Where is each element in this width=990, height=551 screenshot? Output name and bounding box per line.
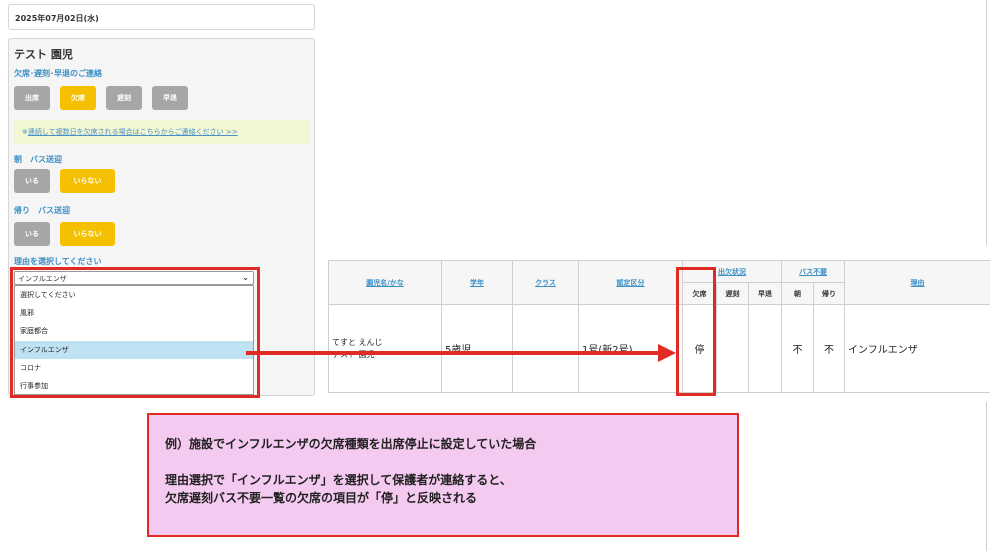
- bus-morning-yes-button[interactable]: いる: [14, 169, 50, 193]
- child-name: テスト 園児: [14, 48, 73, 61]
- absent-column-highlight: [676, 267, 716, 396]
- annotation-arrow: [246, 351, 660, 355]
- col-header-reason[interactable]: 理由: [844, 260, 990, 305]
- reason-highlight-frame: [10, 267, 260, 398]
- child-kana: てすと えんじ: [332, 337, 383, 347]
- bus-morning-label: 朝 バス送迎: [14, 155, 62, 164]
- absent-button[interactable]: 欠席: [60, 86, 96, 110]
- cell-early: [747, 304, 783, 393]
- cell-reason: インフルエンザ: [844, 304, 990, 393]
- col-header-bus[interactable]: バス不要: [781, 260, 846, 283]
- cell-late: [716, 304, 749, 393]
- col-header-category[interactable]: 認定区分: [578, 260, 683, 305]
- subheader-late: 遅刻: [716, 282, 749, 305]
- bus-return-label: 帰り バス送迎: [14, 206, 70, 215]
- bus-return-yes-button[interactable]: いる: [14, 222, 50, 246]
- col-header-grade[interactable]: 学年: [441, 260, 513, 305]
- explanation-callout: 例）施設でインフルエンザの欠席種類を出席停止に設定していた場合 理由選択で「イン…: [147, 413, 739, 537]
- reason-label: 理由を選択してください: [14, 257, 102, 266]
- attendance-section-label: 欠席･遅刻･早退のご連絡: [14, 69, 102, 78]
- multi-day-notice: ※連続して複数日を欠席される場合はこちらからご連絡ください >>: [14, 120, 309, 144]
- bus-morning-no-button[interactable]: いらない: [60, 169, 115, 193]
- cell-bus-return: 不: [813, 304, 846, 393]
- arrow-head-icon: [658, 344, 676, 362]
- col-header-class[interactable]: クラス: [512, 260, 579, 305]
- subheader-morning: 朝: [781, 282, 815, 305]
- bus-return-no-button[interactable]: いらない: [60, 222, 115, 246]
- cell-child-name: てすと えんじ テスト 園児: [328, 304, 442, 393]
- divider-line: [986, 0, 987, 245]
- callout-line-3: 欠席遅刻バス不要一覧の欠席の項目が「停」と反映される: [165, 491, 478, 505]
- absence-list-table: 園児名/かな 学年 クラス 認定区分 出欠状況 バス不要 理由 欠席 遅刻 早退…: [328, 260, 990, 393]
- cell-grade: 5歳児: [441, 304, 513, 393]
- early-leave-button[interactable]: 早退: [152, 86, 188, 110]
- subheader-return: 帰り: [813, 282, 846, 305]
- attend-button[interactable]: 出席: [14, 86, 50, 110]
- multi-day-absence-link[interactable]: 連続して複数日を欠席される場合はこちらからご連絡ください >>: [28, 128, 238, 136]
- subheader-early: 早退: [747, 282, 783, 305]
- cell-class: [512, 304, 579, 393]
- col-header-name[interactable]: 園児名/かな: [328, 260, 442, 305]
- cell-bus-morning: 不: [781, 304, 815, 393]
- callout-line-1: 例）施設でインフルエンザの欠席種類を出席停止に設定していた場合: [165, 437, 537, 451]
- date-display: 2025年07月02日(水): [8, 4, 315, 30]
- divider-line: [986, 402, 987, 551]
- callout-line-2: 理由選択で「インフルエンザ」を選択して保護者が連絡すると、: [165, 473, 512, 487]
- late-button[interactable]: 遅刻: [106, 86, 142, 110]
